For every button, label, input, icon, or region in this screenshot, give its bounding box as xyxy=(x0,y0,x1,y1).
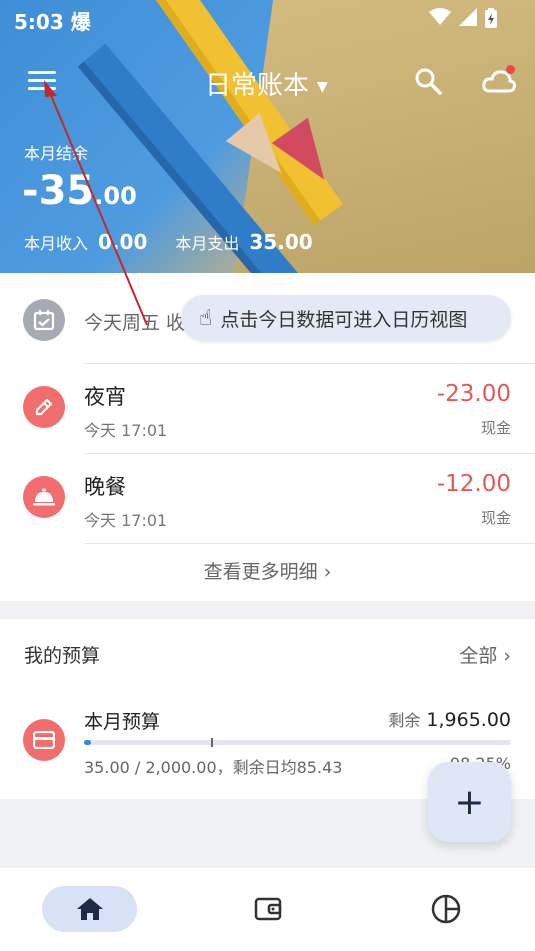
top-bar: 日常账本 ▼ xyxy=(0,55,535,107)
home-icon xyxy=(76,898,103,920)
income-label: 本月收入 xyxy=(24,234,89,253)
budget-progress-fill xyxy=(84,740,92,745)
budget-name: 本月预算 xyxy=(84,711,161,733)
pie-chart-icon xyxy=(431,894,461,924)
calendar-icon[interactable] xyxy=(23,299,65,341)
status-icons xyxy=(429,8,497,28)
bottom-nav xyxy=(0,868,535,951)
transaction-name: 晚餐 xyxy=(84,475,126,499)
budget-remaining: 剩余 1,965.00 xyxy=(388,709,511,731)
transactions-card: 今天周五 收 0 ☝ 点击今日数据可进入日历视图 夜宵 今天 17:01 -23… xyxy=(0,273,535,601)
menu-icon[interactable] xyxy=(28,71,56,91)
budget-all-link[interactable]: 全部 › xyxy=(459,641,511,668)
transaction-time: 今天 17:01 xyxy=(84,511,168,530)
balance-label: 本月结余 xyxy=(24,144,89,163)
transaction-amount: -23.00 xyxy=(436,381,511,407)
transaction-time: 今天 17:01 xyxy=(84,421,168,440)
nav-wallet[interactable] xyxy=(228,886,308,932)
transaction-name: 夜宵 xyxy=(84,385,126,409)
card-icon xyxy=(23,719,65,761)
balance-amount[interactable]: -35.00 xyxy=(22,168,137,214)
nav-home[interactable] xyxy=(42,886,137,932)
income-value: 0.00 xyxy=(98,230,148,254)
tooltip-text: 点击今日数据可进入日历视图 xyxy=(220,308,468,331)
book-selector[interactable]: 日常账本 ▼ xyxy=(205,65,328,102)
transaction-row[interactable]: 夜宵 今天 17:01 -23.00 现金 xyxy=(0,363,535,451)
nav-statistics[interactable] xyxy=(406,886,486,932)
cloche-icon xyxy=(23,476,65,518)
wifi-icon xyxy=(429,8,451,25)
add-record-button[interactable]: + xyxy=(428,762,511,842)
signal-icon xyxy=(459,8,477,26)
budget-progress-marker xyxy=(211,738,213,747)
pencil-icon xyxy=(23,386,65,428)
battery-icon xyxy=(485,8,497,28)
status-time: 5:03 爆 xyxy=(14,10,91,34)
notification-dot xyxy=(506,65,515,74)
transaction-amount: -12.00 xyxy=(436,471,511,497)
dropdown-caret-icon: ▼ xyxy=(317,78,328,95)
wallet-icon xyxy=(254,897,282,921)
expense-label: 本月支出 xyxy=(175,234,240,253)
view-more-link[interactable]: 查看更多明细 › xyxy=(0,557,535,584)
transaction-row[interactable]: 晚餐 今天 17:01 -12.00 现金 xyxy=(0,453,535,541)
search-icon[interactable] xyxy=(414,67,442,95)
transaction-account: 现金 xyxy=(480,419,511,437)
calendar-hint-tooltip[interactable]: ☝ 点击今日数据可进入日历视图 xyxy=(181,295,511,341)
budget-detail: 35.00 / 2,000.00，剩余日均85.43 xyxy=(84,758,343,777)
budget-section-title: 我的预算 xyxy=(24,645,101,667)
budget-progress-bar xyxy=(84,738,511,747)
expense-value: 35.00 xyxy=(249,230,313,254)
transaction-account: 现金 xyxy=(480,509,511,527)
status-bar: 5:03 爆 xyxy=(0,0,535,36)
hand-pointer-icon: ☝ xyxy=(199,305,213,331)
divider xyxy=(84,543,535,544)
month-summary: 本月收入 0.00 本月支出 35.00 xyxy=(24,230,341,254)
